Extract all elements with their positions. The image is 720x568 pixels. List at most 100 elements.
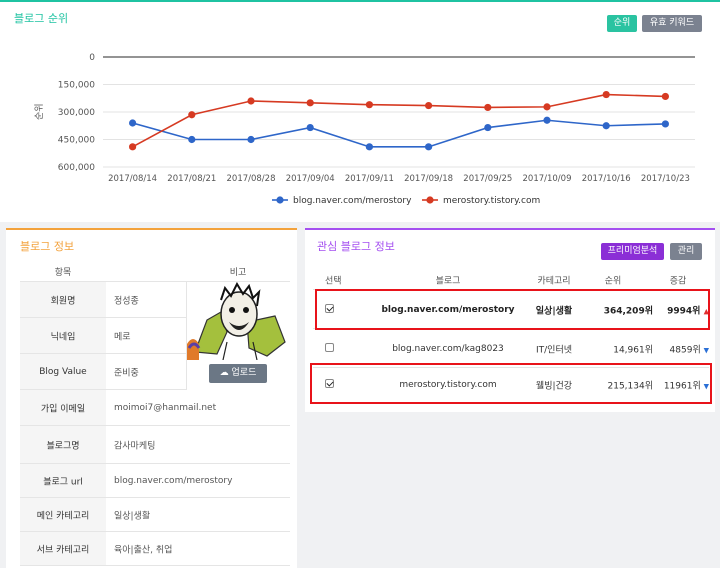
header-select: 선택 — [325, 276, 342, 286]
info-value: 감사마케팅 — [114, 441, 156, 451]
header-blog: 블로그 — [435, 276, 461, 286]
header-rank: 순위 — [604, 276, 622, 286]
info-value: 준비중 — [114, 368, 139, 378]
x-tick-label: 2017/09/18 — [404, 174, 453, 184]
premium-analysis-button[interactable]: 프리미엄분석 — [601, 243, 664, 260]
info-key-cell: 서브 카테고리 — [20, 532, 106, 565]
info-key: 닉네임 — [50, 332, 76, 342]
info-row: 메인 카테고리 일상|생활 — [20, 498, 290, 532]
data-point — [306, 123, 314, 132]
manage-button[interactable]: 관리 — [670, 243, 702, 260]
x-tick-label: 2017/09/25 — [463, 174, 512, 184]
data-point — [602, 122, 610, 130]
select-checkbox[interactable] — [325, 342, 334, 355]
info-key: 가입 이메일 — [40, 404, 86, 414]
data-point — [602, 90, 610, 99]
x-tick-label: 2017/10/16 — [582, 174, 631, 184]
blog-name[interactable]: blog.naver.com/kag8023 — [363, 344, 533, 354]
y-tick-label: 0 — [89, 53, 95, 63]
rank-button[interactable]: 순위 — [607, 15, 637, 32]
y-tick-label: 600,000 — [58, 163, 95, 173]
series-line — [132, 119, 666, 148]
rank-panel-title: 블로그 순위 — [14, 12, 69, 25]
info-key-cell: 블로그명 — [20, 426, 106, 463]
x-tick-label: 2017/08/21 — [167, 174, 216, 184]
info-key-cell: 회원명 — [20, 282, 106, 317]
info-row: 블로그명 감사마케팅 — [20, 426, 290, 464]
data-point — [188, 135, 196, 144]
data-point — [484, 103, 492, 112]
info-value: moimoi7@hanmail.net — [114, 402, 217, 413]
blog-category: IT/인터넷 — [535, 345, 573, 355]
interest-table-header: 선택 블로그 카테고리 순위 증감 — [313, 270, 709, 290]
y-axis-label: 순위 — [34, 103, 45, 120]
info-value: 정성종 — [114, 296, 139, 306]
data-point — [365, 143, 373, 151]
data-point — [484, 123, 492, 132]
data-point — [365, 101, 373, 109]
legend-marker — [426, 196, 434, 204]
col-note-header: 비고 — [229, 268, 247, 278]
avatar — [187, 282, 291, 360]
header-change: 증감 — [669, 276, 687, 286]
x-tick-label: 2017/10/23 — [641, 174, 690, 184]
x-tick-label: 2017/08/28 — [227, 174, 276, 184]
info-row: 가입 이메일 moimoi7@hanmail.net — [20, 390, 290, 426]
data-point — [129, 119, 137, 127]
data-point — [425, 143, 433, 151]
cloud-upload-icon: ☁ — [219, 368, 229, 378]
info-key: 메인 카테고리 — [36, 511, 90, 521]
data-point — [306, 99, 314, 107]
rank-change-value: 4859위 — [669, 345, 701, 355]
data-point — [661, 92, 670, 101]
data-point — [247, 135, 255, 144]
data-point — [247, 97, 255, 105]
info-key-cell: 가입 이메일 — [20, 390, 106, 425]
info-row: 블로그 url blog.naver.com/merostory — [20, 464, 290, 498]
arrow-down-icon: ▼ — [703, 346, 709, 354]
info-value: 메로 — [114, 332, 131, 342]
rank-panel: 블로그 순위 순위 유효 키워드 0 150,000 300,000 450,000 6… — [0, 0, 720, 222]
legend-label: blog.naver.com/merostory — [293, 196, 412, 206]
highlight-box — [310, 363, 712, 404]
legend-label: merostory.tistory.com — [443, 196, 540, 206]
info-key-cell: 메인 카테고리 — [20, 498, 106, 531]
upload-label: 업로드 — [231, 368, 257, 378]
data-point — [543, 116, 551, 124]
info-key-cell: 닉네임 — [20, 318, 106, 353]
info-table-header: 항목 비고 — [20, 260, 290, 282]
info-key-cell: Blog Value — [20, 354, 106, 389]
info-key: 블로그명 — [46, 441, 80, 451]
highlight-box — [315, 289, 710, 330]
info-value: blog.naver.com/merostory — [114, 475, 233, 486]
blog-info-panel: 블로그 정보 항목 비고 회원명 정성종닉네임 메로 Blog Value 준비중가입 … — [6, 228, 297, 568]
info-key: 블로그 url — [43, 477, 83, 487]
data-point — [129, 143, 137, 151]
info-value: 육아|출산, 취업 — [114, 545, 173, 555]
keyword-button[interactable]: 유효 키워드 — [642, 15, 702, 32]
data-point — [425, 101, 433, 110]
info-key-cell: 블로그 url — [20, 464, 106, 497]
blog-rank: 14,961위 — [613, 345, 653, 355]
info-row: 서브 카테고리 육아|출산, 취업 — [20, 532, 290, 566]
info-key: 회원명 — [50, 296, 76, 306]
data-point — [188, 111, 196, 119]
avatar-box: ☁ 업로드 — [186, 282, 291, 390]
data-point — [543, 103, 551, 111]
x-tick-label: 2017/09/04 — [286, 174, 335, 184]
y-tick-label: 300,000 — [58, 108, 95, 118]
y-tick-label: 450,000 — [58, 136, 95, 146]
data-point — [661, 120, 670, 128]
info-key: 서브 카테고리 — [36, 545, 90, 555]
rank-chart: 0 150,000 300,000 450,000 600,000 순위 2017/08/1… — [34, 53, 695, 206]
rank-change: 4859위 ▼ — [649, 342, 709, 355]
x-tick-label: 2017/08/14 — [108, 174, 157, 184]
upload-button[interactable]: ☁ 업로드 — [209, 364, 267, 383]
interest-blog-title: 관심 블로그 정보 — [317, 240, 395, 253]
blog-info-title: 블로그 정보 — [20, 240, 75, 253]
y-tick-label: 150,000 — [58, 81, 95, 91]
x-tick-label: 2017/10/09 — [523, 174, 572, 184]
info-key: Blog Value — [39, 366, 87, 377]
col-item-header: 항목 — [54, 268, 72, 278]
header-category: 카테고리 — [537, 276, 571, 286]
